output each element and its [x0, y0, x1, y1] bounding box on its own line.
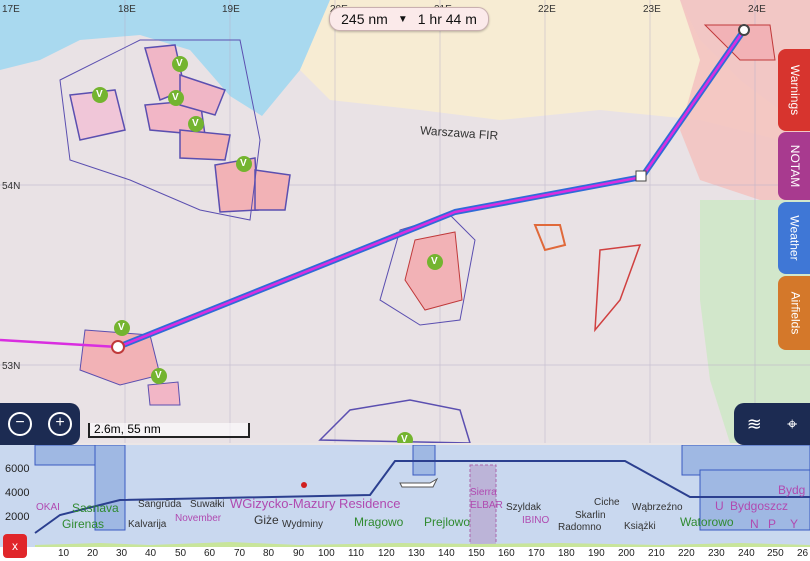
profile-place: Szyldak [506, 502, 542, 513]
x-axis-label: 160 [498, 548, 515, 559]
profile-place: Prejlowo [424, 515, 471, 529]
map-canvas[interactable] [0, 0, 810, 443]
close-profile-button[interactable]: x [3, 534, 27, 558]
profile-place: Y [790, 517, 799, 531]
elevation-profile[interactable]: 6000 4000 2000 OKAI Sasnava Girenas Sang… [0, 445, 810, 561]
route-summary-pill[interactable]: 245 nm ▼ 1 hr 44 m [329, 7, 489, 31]
tab-airfields[interactable]: Airfields [778, 276, 810, 350]
x-axis-label: 200 [618, 548, 635, 559]
x-axis-label: 20 [87, 548, 99, 559]
x-axis-label: 120 [378, 548, 395, 559]
y-axis-label: 6000 [5, 463, 30, 475]
lon-label: 17E [2, 4, 20, 15]
scale-bar: 2.6m, 55 nm [88, 423, 250, 438]
x-axis-label: 30 [116, 548, 128, 559]
altitude-marker [301, 482, 307, 488]
y-axis-label: 4000 [5, 487, 30, 499]
x-axis-label: 70 [234, 548, 246, 559]
x-axis-label: 130 [408, 548, 425, 559]
x-axis-label: 210 [648, 548, 665, 559]
x-axis-label: 180 [558, 548, 575, 559]
x-axis-label: 230 [708, 548, 725, 559]
x-axis-label: 150 [468, 548, 485, 559]
destination-airport-marker[interactable] [738, 24, 750, 36]
x-axis-label: 250 [767, 548, 784, 559]
x-axis-label: 60 [204, 548, 216, 559]
x-axis-label: 40 [145, 548, 157, 559]
x-axis-label: 170 [528, 548, 545, 559]
tab-notam[interactable]: NOTAM [778, 132, 810, 200]
profile-place: Watorowo [680, 515, 734, 529]
x-axis-label: 100 [318, 548, 335, 559]
lon-label: 23E [643, 4, 661, 15]
map-view[interactable]: 17E 18E 19E 20E 21E 22E 23E 24E 54N 53N … [0, 0, 810, 443]
profile-place: Bydg [778, 483, 806, 497]
x-axis-label: 140 [438, 548, 455, 559]
profile-place: ELBAR [470, 500, 503, 511]
profile-place: Wąbrzeźno [632, 502, 683, 513]
departure-airport-marker[interactable] [111, 340, 125, 354]
profile-place: Mragowo [354, 515, 404, 529]
profile-place: Sangrūda [138, 499, 182, 510]
profile-place: Ciche [594, 497, 620, 508]
y-axis-label: 2000 [5, 511, 30, 523]
x-axis-label: 220 [678, 548, 695, 559]
profile-place: Książki [624, 521, 656, 532]
x-axis-label: 10 [58, 548, 70, 559]
profile-place: Girenas [62, 517, 105, 531]
profile-place: Sierra [470, 487, 497, 498]
lon-label: 19E [222, 4, 240, 15]
x-axis-label: 80 [263, 548, 275, 559]
profile-place: Bydgoszcz [730, 499, 789, 513]
x-axis-label: 90 [293, 548, 305, 559]
locate-icon[interactable]: ⌖ [787, 414, 797, 435]
profile-place: N [750, 517, 759, 531]
profile-place: November [175, 513, 222, 524]
x-axis-label: 190 [588, 548, 605, 559]
profile-place: Kalvarija [128, 519, 167, 530]
zoom-in-button[interactable]: + [48, 412, 72, 436]
lon-label: 24E [748, 4, 766, 15]
zoom-out-button[interactable]: − [8, 412, 32, 436]
tab-weather[interactable]: Weather [778, 202, 810, 274]
x-axis-label: 240 [738, 548, 755, 559]
profile-canvas [34, 445, 810, 561]
profile-place: IBINO [522, 515, 550, 526]
profile-place: Giże [254, 513, 279, 527]
lon-label: 22E [538, 4, 556, 15]
x-axis-label: 110 [348, 548, 364, 559]
profile-place: WGizycko-Mazury Residence [230, 496, 401, 511]
chevron-down-icon: ▼ [397, 13, 408, 25]
waypoint-marker[interactable] [635, 170, 647, 182]
profile-place: Suwałki [190, 499, 225, 510]
profile-place: Sasnava [72, 501, 119, 515]
profile-place: Wydminy [282, 519, 324, 530]
profile-place: P [768, 517, 777, 531]
zoom-controls: − + [0, 403, 80, 445]
lon-label: 18E [118, 4, 136, 15]
tab-warnings[interactable]: Warnings [778, 49, 810, 131]
x-axis-label: 26 [797, 548, 809, 559]
profile-place: Radomno [558, 522, 602, 533]
route-distance: 245 nm [341, 11, 388, 27]
lat-label: 54N [2, 181, 21, 192]
profile-place: OKAI [36, 502, 60, 513]
map-controls-right: ≋ ⌖ [734, 403, 810, 445]
lat-label: 53N [2, 361, 21, 372]
layers-icon[interactable]: ≋ [747, 414, 762, 435]
profile-place: Skarlin [575, 510, 606, 521]
x-axis-label: 50 [175, 548, 187, 559]
route-duration: 1 hr 44 m [417, 11, 477, 27]
profile-place: U [715, 499, 724, 513]
